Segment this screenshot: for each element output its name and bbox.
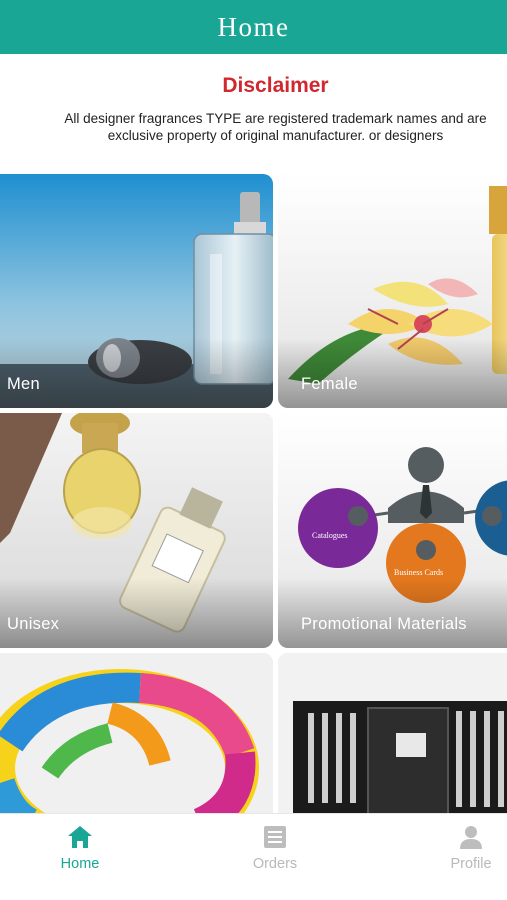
orders-icon xyxy=(264,826,286,848)
page-title: Home xyxy=(217,11,290,42)
category-tile-men[interactable]: Men xyxy=(0,174,273,408)
tile-shade xyxy=(0,338,273,408)
category-label: Men xyxy=(7,375,40,393)
disclaimer-line-1: All designer fragrances TYPE are registe… xyxy=(64,111,487,126)
category-tile-colorful-ring[interactable] xyxy=(0,653,273,823)
nav-label-orders: Orders xyxy=(252,856,298,872)
category-tile-unisex[interactable]: Unisex xyxy=(0,413,273,648)
disclaimer-line-2: exclusive property of original manufactu… xyxy=(107,128,444,143)
nav-item-orders[interactable]: Orders xyxy=(215,824,335,872)
disclaimer-title: Disclaimer xyxy=(222,74,329,97)
bottom-navigation: Home Orders Profile xyxy=(0,813,507,900)
category-label: Unisex xyxy=(7,615,60,633)
disclaimer-text: All designer fragrances TYPE are registe… xyxy=(0,110,507,144)
nav-item-profile[interactable]: Profile xyxy=(411,824,507,872)
profile-icon xyxy=(460,826,482,849)
disclaimer-section: Disclaimer All designer fragrances TYPE … xyxy=(0,60,507,160)
category-tile-promotional-materials[interactable]: Catalogues Business Cards Promotional Ma… xyxy=(278,413,507,648)
nav-item-home[interactable]: Home xyxy=(20,824,140,872)
nav-label-profile: Profile xyxy=(450,856,492,872)
home-icon xyxy=(68,826,92,848)
diagram-label-business-cards: Business Cards xyxy=(394,568,444,577)
nav-label-home: Home xyxy=(60,856,100,872)
diagram-label-catalogues: Catalogues xyxy=(312,531,348,540)
tile-shade xyxy=(0,578,273,648)
category-label: Female xyxy=(301,375,358,393)
tile-shade xyxy=(278,338,507,408)
sample-case-image xyxy=(278,653,507,823)
category-label: Promotional Materials xyxy=(301,615,467,633)
colorful-ring-image xyxy=(0,653,273,823)
tile-shade xyxy=(278,578,507,648)
category-tile-female[interactable]: Female xyxy=(278,174,507,408)
app-bar: Home xyxy=(0,0,507,54)
category-tile-sample-case[interactable] xyxy=(278,653,507,823)
